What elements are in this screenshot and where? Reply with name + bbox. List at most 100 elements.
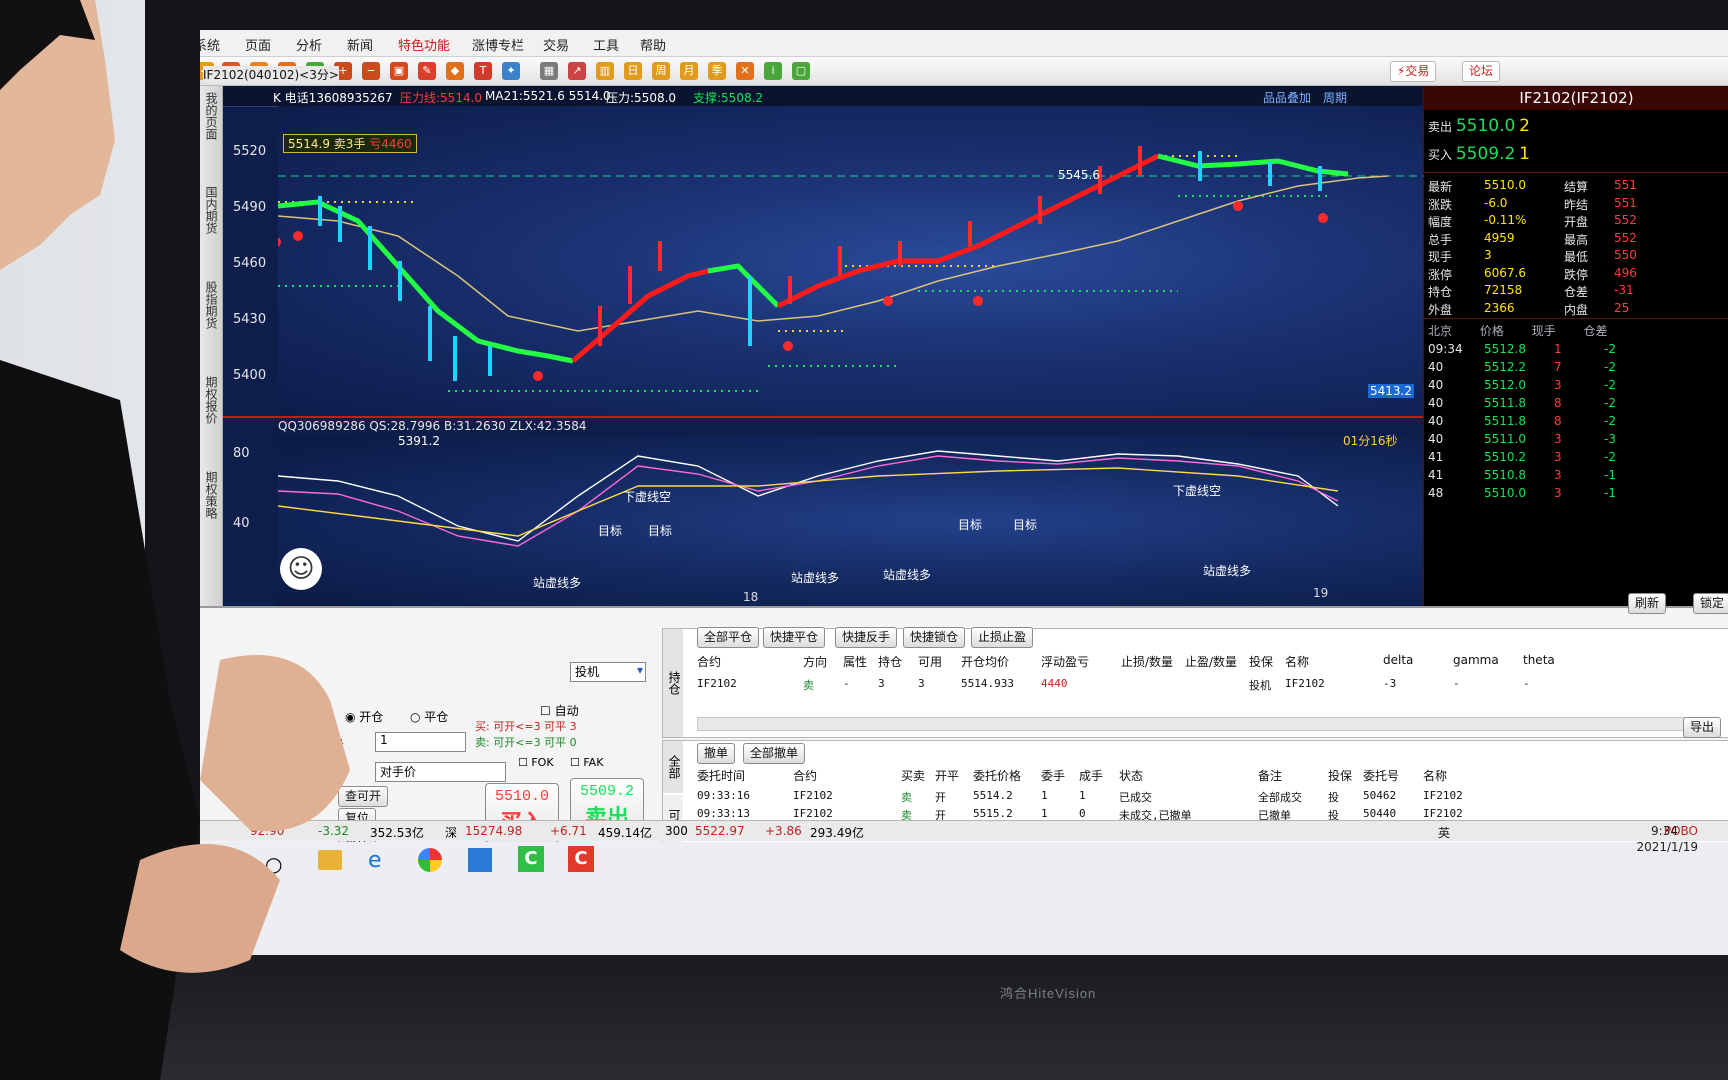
fok-checkbox[interactable]: ☐ FOK <box>518 756 554 769</box>
position-cell[interactable]: -3 <box>1383 677 1396 690</box>
refresh-button[interactable]: 刷新 <box>1628 593 1667 614</box>
order-cell[interactable]: 5515.2 <box>973 807 1013 820</box>
menu-news[interactable]: 新闻 <box>347 35 373 54</box>
order-cell[interactable]: 卖 <box>901 789 912 805</box>
forum-link[interactable]: 论坛 <box>1462 61 1501 82</box>
order-cell[interactable]: 1 <box>1041 807 1048 820</box>
order-cell[interactable]: 09:33:16 <box>697 789 750 802</box>
order-cell[interactable]: 开 <box>935 789 946 805</box>
export-button[interactable]: 导出 <box>1683 717 1722 738</box>
pen-icon[interactable]: ✎ <box>418 62 436 80</box>
position-cell[interactable]: - <box>843 677 850 690</box>
sell-price[interactable]: 5510.0 <box>1456 116 1515 136</box>
layout-icon[interactable]: ▢ <box>792 62 810 80</box>
clock-date[interactable]: 2021/1/19 <box>1636 840 1698 854</box>
position-cell[interactable]: - <box>1453 677 1460 690</box>
cancel-order-button[interactable]: 撤单 <box>697 743 736 764</box>
quick-reverse-button[interactable]: 快捷反手 <box>835 627 898 648</box>
order-cell[interactable]: 全部成交 <box>1258 789 1302 805</box>
hedge-select[interactable]: 投机 ▾ <box>570 662 646 682</box>
auto-checkbox[interactable]: ☐ 自动 <box>540 702 579 719</box>
menu-features[interactable]: 特色功能 <box>398 35 450 54</box>
menu-column[interactable]: 涨博专栏 <box>472 35 524 54</box>
rail-tab-options-quote[interactable]: 期权报价 <box>202 376 220 424</box>
trade-link[interactable]: ⚡交易 <box>1390 61 1437 82</box>
pin-icon[interactable]: T <box>474 62 492 80</box>
stop-loss-button[interactable]: 止损止盈 <box>971 627 1034 648</box>
position-cell[interactable]: 4440 <box>1041 677 1068 690</box>
red-c-app-icon[interactable]: C <box>568 846 594 872</box>
order-cell[interactable]: 1 <box>1041 789 1048 802</box>
query-open-button[interactable]: 查可开 <box>338 786 389 807</box>
menu-help[interactable]: 帮助 <box>640 35 666 54</box>
rail-tab-index-futures[interactable]: 股指期货 <box>202 281 220 329</box>
indicator-icon[interactable]: i <box>764 62 782 80</box>
position-cell[interactable]: 投机 <box>1249 677 1271 693</box>
stats-icon[interactable]: ▥ <box>596 62 614 80</box>
order-cell[interactable]: 09:33:13 <box>697 807 750 820</box>
header-overlay[interactable]: 品品叠加 <box>1263 89 1311 106</box>
search-circle-icon[interactable]: ○ <box>265 852 282 876</box>
position-cell[interactable]: IF2102 <box>697 677 737 690</box>
order-cell[interactable]: 5514.2 <box>973 789 1013 802</box>
window-icon[interactable]: ▣ <box>390 62 408 80</box>
open-radio[interactable]: ◉ 开仓 <box>345 708 383 725</box>
positions-scrollbar[interactable] <box>697 717 1699 731</box>
green-c-app-icon[interactable]: C <box>518 846 544 872</box>
close-chart-icon[interactable]: ✕ <box>736 62 754 80</box>
menu-analysis[interactable]: 分析 <box>296 35 322 54</box>
order-cell[interactable]: 1 <box>1079 789 1086 802</box>
price-select[interactable]: 对手价 <box>375 762 506 782</box>
smiley-icon[interactable]: ☺ <box>280 548 322 590</box>
rail-tab-options-strategy[interactable]: 期权策略 <box>202 471 220 519</box>
order-cell[interactable]: 已成交 <box>1119 789 1152 805</box>
network-icon[interactable]: ✦ <box>502 62 520 80</box>
daily-icon[interactable]: 日 <box>624 62 642 80</box>
order-cell[interactable]: IF2102 <box>1423 807 1463 820</box>
close-all-button[interactable]: 全部平仓 <box>697 627 760 648</box>
clock-time[interactable]: 9:34 <box>1651 824 1678 838</box>
browser-icon[interactable]: e <box>368 848 382 873</box>
app-icon[interactable] <box>468 848 492 872</box>
cancel-all-button[interactable]: 全部撤单 <box>743 743 806 764</box>
folder-icon[interactable] <box>318 850 342 870</box>
position-cell[interactable]: 3 <box>878 677 885 690</box>
position-cell[interactable]: 5514.933 <box>961 677 1014 690</box>
order-cell[interactable]: IF2102 <box>1423 789 1463 802</box>
header-period[interactable]: 周期 <box>1323 89 1347 106</box>
order-cell[interactable]: 0 <box>1079 807 1086 820</box>
position-cell[interactable]: IF2102 <box>1285 677 1325 690</box>
positions-tab[interactable]: 持仓 <box>663 629 683 737</box>
qty-input[interactable]: 1 <box>375 732 466 752</box>
menu-page[interactable]: 页面 <box>245 35 271 54</box>
buy-price[interactable]: 5509.2 <box>1456 144 1515 164</box>
rail-tab-domestic-futures[interactable]: 国内期货 <box>202 186 220 234</box>
calendar-icon[interactable]: 季 <box>708 62 726 80</box>
menu-system[interactable]: 系统 <box>200 35 220 54</box>
chrome-icon[interactable] <box>418 848 442 872</box>
position-cell[interactable]: - <box>1523 677 1530 690</box>
order-cell[interactable]: 50462 <box>1363 789 1396 802</box>
rail-tab-my-page[interactable]: 我的页面 <box>202 92 220 140</box>
order-cell[interactable]: 50440 <box>1363 807 1396 820</box>
menu-trade[interactable]: 交易 <box>543 35 569 54</box>
lock-button[interactable]: 锁定 <box>1693 593 1728 614</box>
orders-tab-all[interactable]: 全部 <box>663 741 683 793</box>
order-cell[interactable]: IF2102 <box>793 789 833 802</box>
position-cell[interactable]: 3 <box>918 677 925 690</box>
order-cell[interactable]: 投 <box>1328 789 1339 805</box>
draw-icon[interactable]: ◆ <box>446 62 464 80</box>
ime-label[interactable]: 英 <box>1438 824 1558 841</box>
kline-chart[interactable]: IF2102(040102)<3分> K 电话13608935267 压力线:5… <box>203 66 1423 606</box>
zoom-out-icon[interactable]: − <box>362 62 380 80</box>
quick-close-button[interactable]: 快捷平仓 <box>763 627 826 648</box>
table-icon[interactable]: ▦ <box>540 62 558 80</box>
monthly-icon[interactable]: 月 <box>680 62 698 80</box>
position-cell[interactable]: 卖 <box>803 677 814 693</box>
order-cell[interactable]: IF2102 <box>793 807 833 820</box>
menu-tools[interactable]: 工具 <box>593 35 619 54</box>
close-radio[interactable]: ○ 平仓 <box>410 708 448 725</box>
fak-checkbox[interactable]: ☐ FAK <box>570 756 603 769</box>
trend-icon[interactable]: ↗ <box>568 62 586 80</box>
weekly-icon[interactable]: 周 <box>652 62 670 80</box>
